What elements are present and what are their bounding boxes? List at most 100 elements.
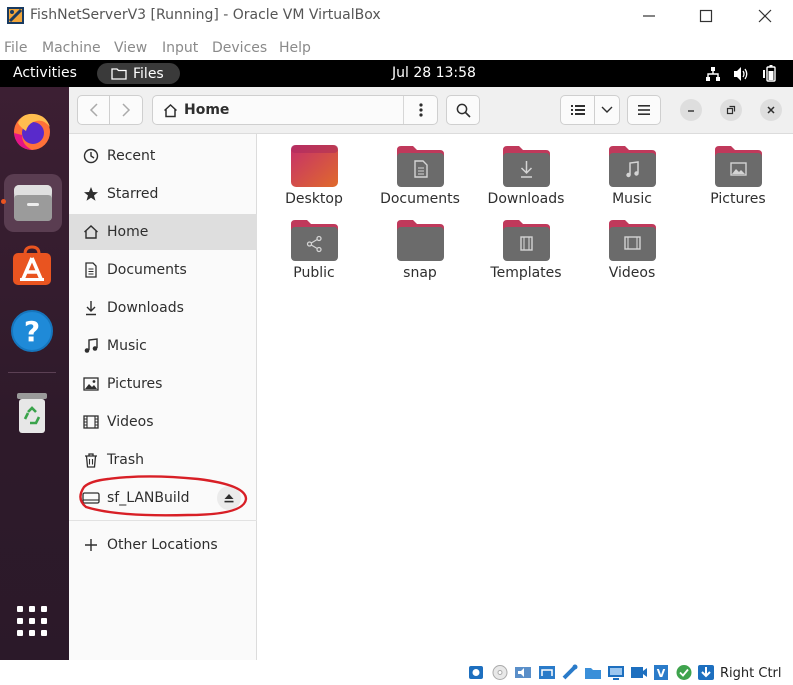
close-button[interactable] [752,4,778,28]
window-titlebar: FishNetServerV3 [Running] - Oracle VM Vi… [0,0,793,34]
path-bar[interactable]: Home [152,95,438,125]
sidebar-item-documents[interactable]: Documents [69,252,257,288]
home-icon [163,103,178,117]
film-icon [81,414,101,430]
places-sidebar: Recent Starred Home Documents Downloads [69,134,257,660]
hamburger-menu-icon [638,105,650,115]
network-icon[interactable] [705,65,721,82]
dock-help[interactable]: ? [8,307,56,355]
dock-files[interactable] [4,174,62,232]
sidebar-item-other-locations[interactable]: Other Locations [69,527,257,563]
sidebar-item-recent[interactable]: Recent [69,138,257,174]
running-indicator [1,199,6,204]
menu-help[interactable]: Help [279,40,311,56]
sidebar-item-music[interactable]: Music [69,328,257,364]
folder-label: Music [612,191,652,207]
sidebar-item-label: sf_LANBuild [107,490,190,506]
folder-item[interactable]: Desktop [261,145,367,215]
files-icon [14,185,52,221]
display-icon[interactable] [607,664,625,681]
volume-icon[interactable] [733,65,750,82]
sidebar-item-label: Downloads [107,300,184,316]
folder-icon [397,220,444,261]
folder-item[interactable]: Videos [579,219,685,289]
apps-grid-icon [17,606,47,636]
search-button[interactable] [446,95,480,125]
show-apps-button[interactable] [8,597,56,645]
public-folder-icon [291,220,338,261]
hard-disk-icon[interactable] [467,664,485,681]
sidebar-item-label: Videos [107,414,154,430]
folder-item[interactable]: snap [367,219,473,289]
dock-separator [8,372,56,373]
close-icon [758,9,772,23]
sidebar-item-sf-lanbuild[interactable]: sf_LANBuild [69,480,257,516]
menu-machine[interactable]: Machine [42,40,101,56]
path-home-crumb[interactable]: Home [163,102,229,118]
sidebar-item-trash[interactable]: Trash [69,442,257,478]
folder-item[interactable]: Pictures [685,145,791,215]
desktop-folder-icon [291,145,338,187]
sidebar-item-starred[interactable]: Starred [69,176,257,212]
star-icon [81,186,101,202]
sidebar-separator [69,520,257,521]
search-icon [456,103,471,118]
folder-item[interactable]: Templates [473,219,579,289]
menu-devices[interactable]: Devices [212,40,267,56]
window-minimize-button[interactable] [680,99,702,121]
back-button[interactable] [77,95,110,125]
folder-item[interactable]: Documents [367,145,473,215]
window-restore-button[interactable] [720,99,742,121]
minimize-button[interactable] [636,4,662,28]
path-label: Home [184,102,230,118]
view-list-button[interactable] [560,95,595,125]
main-menu-button[interactable] [627,95,661,125]
view-options-button[interactable] [594,95,620,125]
templates-folder-icon [503,220,550,261]
recording-icon[interactable] [630,664,648,681]
file-view[interactable]: Desktop Documents Downloads Music Pictur… [258,134,793,660]
usb-icon[interactable] [561,664,579,681]
folder-label: Templates [490,265,562,281]
folder-label: Downloads [487,191,565,207]
app-menu-label: Files [133,65,164,82]
app-menu-files[interactable]: Files [97,63,180,84]
sidebar-item-home[interactable]: Home [69,214,257,250]
dock-app-center[interactable] [8,241,56,289]
path-menu-button[interactable] [403,96,437,124]
dock-trash[interactable] [8,389,56,437]
forward-button[interactable] [109,95,143,125]
firefox-icon [14,113,50,150]
guest-additions-icon[interactable] [675,664,693,681]
network-adapter-icon[interactable] [538,664,556,681]
ubuntu-dock: ? [0,87,69,660]
virtualization-icon[interactable]: V [652,664,670,681]
maximize-button[interactable] [693,4,719,28]
menu-file[interactable]: File [4,40,27,56]
menu-input[interactable]: Input [162,40,198,56]
files-window: Home Recent Starred Home Documents Downl… [69,87,793,660]
eject-button[interactable] [217,486,241,510]
download-icon [81,300,101,316]
sidebar-item-videos[interactable]: Videos [69,404,257,440]
activities-button[interactable]: Activities [13,65,77,81]
folder-item[interactable]: Downloads [473,145,579,215]
shared-folders-icon[interactable] [584,664,602,681]
optical-drive-icon[interactable] [491,664,509,681]
vm-display[interactable]: Activities Files Jul 28 13:58 ? Home Rec… [0,60,793,660]
sidebar-item-label: Pictures [107,376,163,392]
window-close-button[interactable] [760,99,782,121]
trash-icon [81,452,101,468]
folder-item[interactable]: Public [261,219,367,289]
folder-item[interactable]: Music [579,145,685,215]
sidebar-item-downloads[interactable]: Downloads [69,290,257,326]
battery-icon[interactable] [762,65,780,82]
trash-icon [17,393,47,433]
dock-firefox[interactable] [8,107,56,155]
clock[interactable]: Jul 28 13:58 [392,65,476,81]
host-key-icon[interactable] [697,664,715,681]
sidebar-item-pictures[interactable]: Pictures [69,366,257,402]
menu-view[interactable]: View [114,40,147,56]
audio-icon[interactable] [514,664,532,681]
svg-text:V: V [657,667,666,680]
